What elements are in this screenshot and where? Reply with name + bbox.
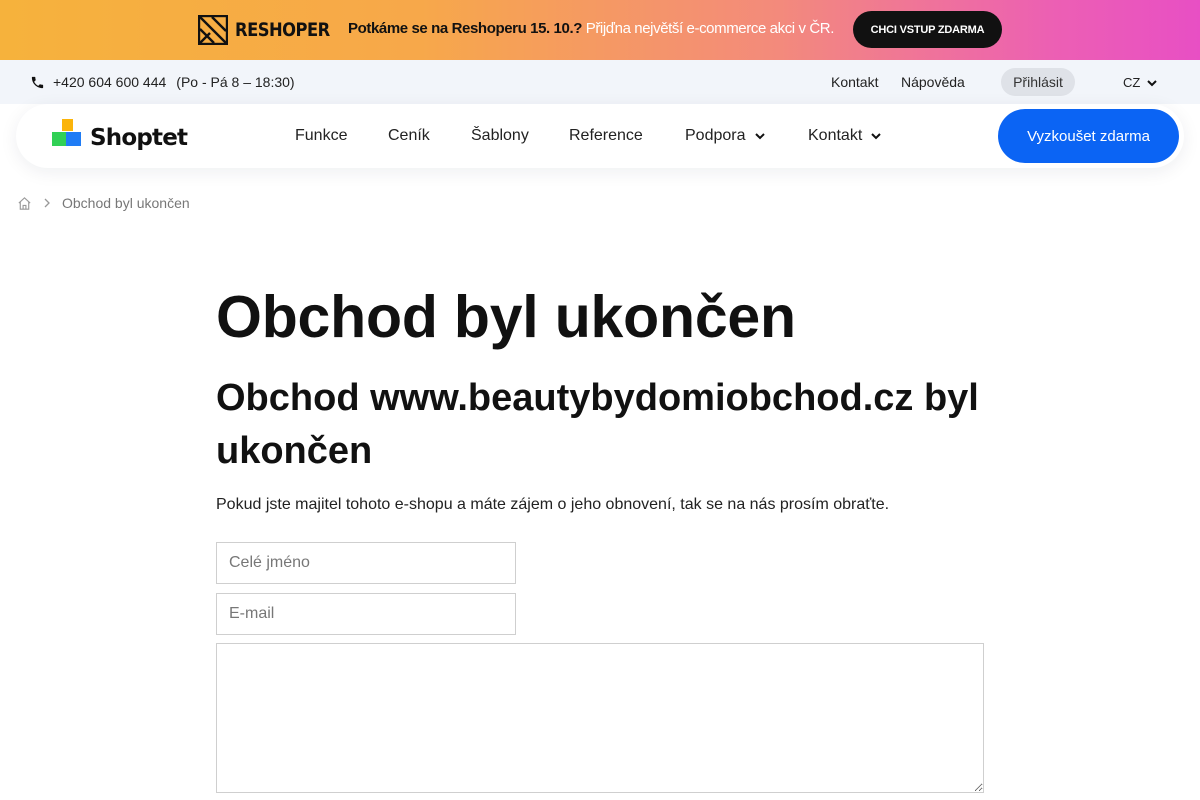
login-button[interactable]: Přihlásit	[1001, 68, 1075, 96]
breadcrumb-current: Obchod byl ukončen	[62, 195, 190, 211]
email-input[interactable]	[216, 593, 516, 635]
chevron-down-icon	[754, 133, 765, 140]
promo-free-entry-button[interactable]: CHCI VSTUP ZDARMA	[853, 11, 1002, 48]
reshoper-logo-text: RESHOPER	[235, 19, 330, 41]
phone-number[interactable]: +420 604 600 444	[53, 74, 166, 90]
shoptet-mark-icon	[52, 119, 81, 146]
nav-item-cenik[interactable]: Ceník	[388, 127, 430, 145]
nav-item-podpora-label: Podpora	[685, 127, 746, 144]
phone-hours: (Po - Pá 8 – 18:30)	[176, 74, 295, 90]
nav-item-kontakt[interactable]: Kontakt	[808, 127, 882, 145]
nav-item-funkce[interactable]: Funkce	[295, 127, 347, 145]
topbar-link-napoveda[interactable]: Nápověda	[901, 74, 965, 90]
nav-item-kontakt-label: Kontakt	[808, 127, 863, 144]
reshoper-logo[interactable]: RESHOPER	[198, 15, 345, 45]
try-free-button[interactable]: Vyzkoušet zdarma	[998, 109, 1179, 163]
phone-icon	[31, 76, 44, 88]
home-icon[interactable]	[17, 196, 32, 211]
reshoper-mark-icon	[198, 15, 228, 45]
chevron-right-icon	[44, 198, 50, 208]
chevron-down-icon	[1147, 79, 1158, 86]
breadcrumb: Obchod byl ukončen	[17, 195, 190, 211]
phone-contact[interactable]: +420 604 600 444 (Po - Pá 8 – 18:30)	[30, 74, 295, 90]
message-textarea[interactable]	[216, 643, 984, 793]
lead-text: Pokud jste majitel tohoto e-shopu a máte…	[216, 496, 890, 513]
nav-item-reference[interactable]: Reference	[569, 127, 643, 145]
shoptet-logo[interactable]: Shoptet	[52, 119, 188, 151]
nav-item-podpora[interactable]: Podpora	[685, 127, 766, 145]
page-subtitle: Obchod www.beautybydomiobchod.cz byl uko…	[216, 377, 979, 472]
promo-message-light: Přijďna největší e-commerce akci v ČR.	[581, 20, 835, 37]
nav-item-sablony[interactable]: Šablony	[471, 127, 529, 145]
topbar-link-kontakt[interactable]: Kontakt	[831, 74, 878, 90]
chevron-down-icon	[871, 133, 881, 140]
page-title: Obchod byl ukončen	[216, 284, 796, 350]
shoptet-logo-text: Shoptet	[90, 125, 188, 151]
promo-message-bold: Potkáme se na Reshoperu 15. 10.?	[348, 20, 582, 37]
language-selector[interactable]: CZ	[1123, 75, 1158, 90]
full-name-input[interactable]	[216, 542, 516, 584]
promo-message: Potkáme se na Reshoperu 15. 10.? Přijďna…	[348, 20, 834, 37]
language-label: CZ	[1123, 75, 1141, 90]
